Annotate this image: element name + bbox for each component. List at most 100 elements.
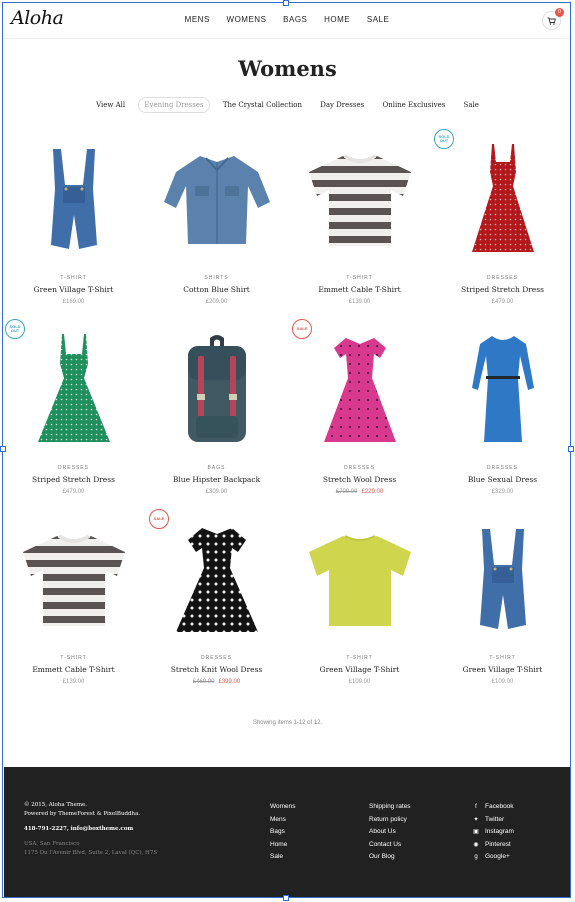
product-image[interactable]: [431, 325, 574, 455]
footer-link-shipping[interactable]: Shipping rates: [369, 801, 411, 814]
main-nav: MENS WOMENS BAGS HOME SALE: [3, 15, 571, 24]
pinterest-icon: ◉: [473, 841, 479, 848]
nav-mens[interactable]: MENS: [185, 15, 210, 24]
product-image[interactable]: [288, 515, 431, 645]
product-name[interactable]: Stretch Wool Dress: [288, 475, 431, 484]
social-pinterest[interactable]: ◉ Pinterest: [472, 839, 514, 852]
nav-sale[interactable]: SALE: [367, 15, 389, 24]
product-name[interactable]: Green Village T-Shirt: [288, 665, 431, 674]
product-category: T-SHIRT: [346, 655, 373, 661]
filter-crystal-collection[interactable]: The Crystal Collection: [218, 98, 307, 112]
product-image[interactable]: [431, 135, 574, 265]
product-name[interactable]: Stretch Knit Wool Dress: [145, 665, 288, 674]
nav-home[interactable]: HOME: [324, 15, 350, 24]
product-card[interactable]: T-SHIRT Green Village T-Shirt £109.00: [288, 515, 431, 685]
product-card[interactable]: SALE DRESSES Stretch Wool Dress £709.00 £229…: [288, 319, 431, 495]
nav-womens[interactable]: WOMENS: [227, 15, 267, 24]
footer-link-returns[interactable]: Return policy: [369, 814, 411, 827]
filter-evening-dresses[interactable]: Evening Dresses: [138, 97, 210, 113]
social-instagram[interactable]: ▣ Instagram: [472, 826, 514, 839]
footer-link-sale[interactable]: Sale: [270, 851, 296, 864]
filter-sale[interactable]: Sale: [459, 98, 484, 112]
product-card[interactable]: SHIRTS Cotton Blue Shirt £209.00: [145, 135, 288, 305]
nav-bags[interactable]: BAGS: [283, 15, 307, 24]
product-image[interactable]: [145, 135, 288, 265]
footer-link-blog[interactable]: Our Blog: [369, 851, 411, 864]
filter-view-all[interactable]: View All: [91, 98, 130, 112]
powered-by[interactable]: Powered by ThemeForest & PixelBuddha.: [24, 810, 157, 819]
page-title: Womens: [238, 56, 337, 81]
footer-categories: Womens Mens Bags Home Sale: [270, 801, 296, 864]
resize-handle[interactable]: [283, 0, 289, 6]
product-category: SHIRTS: [204, 275, 229, 281]
product-price: £479.00: [62, 489, 85, 495]
filter-online-exclusives[interactable]: Online Exclusives: [377, 98, 450, 112]
social-label: Google+: [485, 853, 510, 860]
site-header: Aloha MENS WOMENS BAGS HOME SALE 0: [3, 3, 571, 39]
product-card[interactable]: T-SHIRT Emmett Cable T-Shirt £139.00: [288, 135, 431, 305]
product-image[interactable]: [2, 325, 145, 455]
product-image[interactable]: [145, 325, 288, 455]
cart-button[interactable]: 0: [542, 8, 564, 30]
product-name[interactable]: Blue Hipster Backpack: [145, 475, 288, 484]
resize-handle[interactable]: [0, 446, 6, 452]
product-price: £209.00: [205, 299, 228, 305]
footer-link-mens[interactable]: Mens: [270, 814, 296, 827]
product-card[interactable]: DRESSES Blue Sexual Dress £329.00: [431, 325, 574, 495]
product-card[interactable]: SALE DRESSES Stretch Knit Wool Dress £469.0…: [145, 509, 288, 685]
facebook-icon: f: [475, 804, 477, 810]
product-card[interactable]: T-SHIRT Green Village T-Shirt £109.00: [431, 515, 574, 685]
cart-count-badge: 0: [555, 8, 564, 17]
product-card[interactable]: T-SHIRT Green Village T-Shirt £169.00: [2, 135, 145, 305]
product-card[interactable]: SOLD OUT DRESSES Striped Stretch Dress £479…: [2, 319, 145, 495]
social-google-plus[interactable]: g Google+: [472, 851, 514, 864]
product-price: £139.00: [62, 679, 85, 685]
product-name[interactable]: Green Village T-Shirt: [431, 665, 574, 674]
product-image[interactable]: [288, 135, 431, 265]
product-category: T-SHIRT: [60, 655, 87, 661]
product-price: £709.00 £229.00: [288, 489, 431, 495]
copyright: © 2015, Aloha Theme.: [24, 802, 88, 808]
product-category: DRESSES: [487, 275, 518, 281]
product-name[interactable]: Striped Stretch Dress: [2, 475, 145, 484]
product-name[interactable]: Emmett Cable T-Shirt: [288, 285, 431, 294]
footer-link-about[interactable]: About Us: [369, 826, 411, 839]
filter-day-dresses[interactable]: Day Dresses: [315, 98, 369, 112]
product-image[interactable]: [2, 135, 145, 265]
footer-link-home[interactable]: Home: [270, 839, 296, 852]
sale-price: £229.00: [361, 489, 384, 495]
resize-handle[interactable]: [283, 895, 289, 901]
product-name[interactable]: Blue Sexual Dress: [431, 475, 574, 484]
product-image[interactable]: [2, 515, 145, 645]
product-name[interactable]: Striped Stretch Dress: [431, 285, 574, 294]
product-image[interactable]: [431, 515, 574, 645]
product-category: DRESSES: [344, 465, 375, 471]
social-facebook[interactable]: f Facebook: [472, 801, 514, 814]
product-name[interactable]: Emmett Cable T-Shirt: [2, 665, 145, 674]
product-image[interactable]: [145, 515, 288, 645]
social-label: Instagram: [485, 828, 514, 835]
resize-handle[interactable]: [568, 446, 574, 452]
old-price: £709.00: [335, 489, 358, 495]
social-twitter[interactable]: ✦ Twitter: [472, 814, 514, 827]
footer-address: 1175 Du l'Avenir Blvd, Suite 2, Laval (Q…: [24, 850, 158, 856]
sale-price: £399.00: [218, 679, 241, 685]
footer-link-bags[interactable]: Bags: [270, 826, 296, 839]
footer-info: © 2015, Aloha Theme. Powered by ThemeFor…: [24, 801, 157, 858]
product-card[interactable]: T-SHIRT Emmett Cable T-Shirt £139.00: [2, 515, 145, 685]
product-card[interactable]: BAGS Blue Hipster Backpack £309.00: [145, 325, 288, 495]
product-image[interactable]: [288, 325, 431, 455]
product-name[interactable]: Green Village T-Shirt: [2, 285, 145, 294]
product-price: £309.00: [205, 489, 228, 495]
google-plus-icon: g: [474, 854, 478, 860]
social-label: Pinterest: [485, 840, 511, 848]
instagram-icon: ▣: [473, 829, 479, 835]
product-card[interactable]: SOLD OUT DRESSES Striped Stretch Dress £479…: [431, 129, 574, 305]
footer-link-womens[interactable]: Womens: [270, 801, 296, 814]
footer-link-contact[interactable]: Contact Us: [369, 839, 411, 852]
contact-info[interactable]: 418-791-2227, info@boxtheme.com: [24, 825, 157, 834]
product-name[interactable]: Cotton Blue Shirt: [145, 285, 288, 294]
filter-tabs: View All Evening Dresses The Crystal Col…: [0, 97, 575, 113]
sold-out-badge: SOLD OUT: [434, 129, 454, 149]
sold-out-badge: SOLD OUT: [5, 319, 25, 339]
